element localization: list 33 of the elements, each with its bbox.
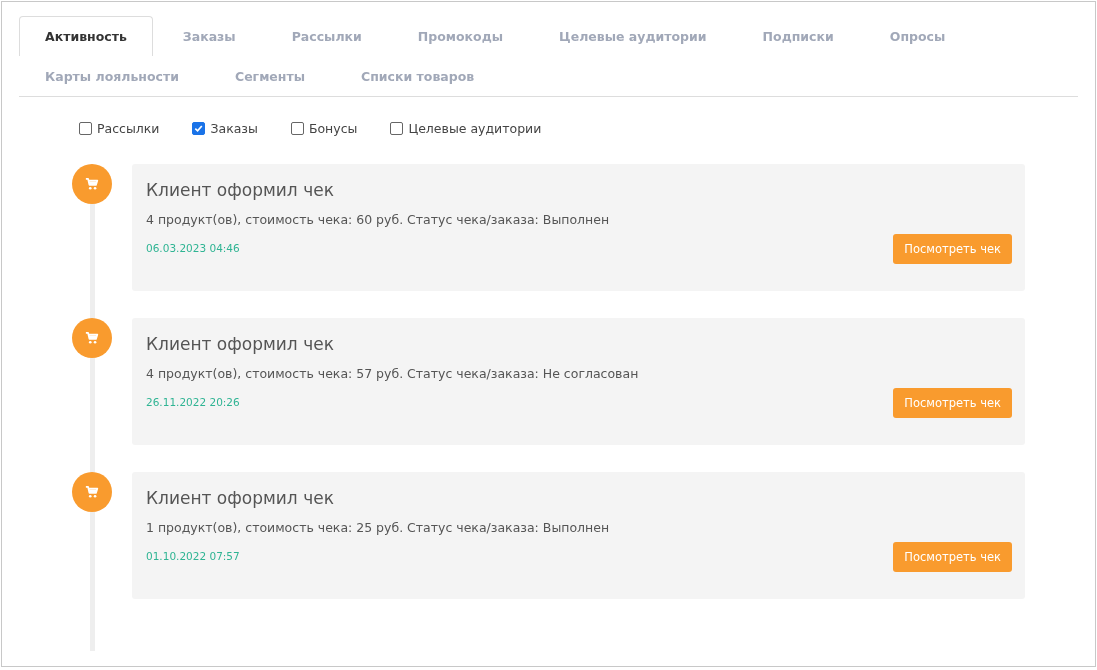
checkbox-label: Целевые аудитории [408,121,542,136]
cart-icon [72,318,112,358]
event-date: 26.11.2022 20:26 [146,396,240,408]
view-receipt-button[interactable]: Посмотреть чек [893,234,1012,264]
event-title: Клиент оформил чек [146,488,335,508]
checkbox-label: Рассылки [97,121,160,136]
cart-icon [72,164,112,204]
event-description: 1 продукт(ов), стоимость чека: 25 руб. Статус чека/заказа: Выполнен [146,520,611,535]
event-date: 01.10.2022 07:57 [146,550,240,562]
tab[interactable]: Карты лояльности [19,56,205,96]
view-receipt-button[interactable]: Посмотреть чек [893,388,1012,418]
checkbox-label: Заказы [210,121,258,136]
event-date: 06.03.2023 04:46 [146,242,240,254]
view-receipt-button[interactable]: Посмотреть чек [893,542,1012,572]
tab[interactable]: Опросы [863,16,972,56]
tab[interactable]: Списки товаров [335,56,501,96]
checkbox[interactable] [390,122,404,135]
checkbox[interactable] [79,122,92,135]
tab[interactable]: Активность [19,16,153,56]
tab[interactable]: Подписки [736,16,860,56]
tab[interactable]: Сегменты [208,56,332,96]
tab[interactable]: Целевые аудитории [533,16,733,56]
tab[interactable]: Рассылки [265,16,388,56]
tab[interactable]: Заказы [156,16,262,56]
checkbox[interactable] [290,122,304,135]
checkbox-label: Бонусы [308,121,358,136]
event-description: 4 продукт(ов), стоимость чека: 57 руб. Статус чека/заказа: Не согласован [146,366,640,381]
event-title: Клиент оформил чек [146,180,335,200]
checkbox[interactable] [192,122,206,135]
cart-icon [72,472,112,512]
tab[interactable]: Промокоды [391,16,530,56]
event-title: Клиент оформил чек [146,334,335,354]
event-description: 4 продукт(ов), стоимость чека: 60 руб. Статус чека/заказа: Выполнен [146,212,611,227]
